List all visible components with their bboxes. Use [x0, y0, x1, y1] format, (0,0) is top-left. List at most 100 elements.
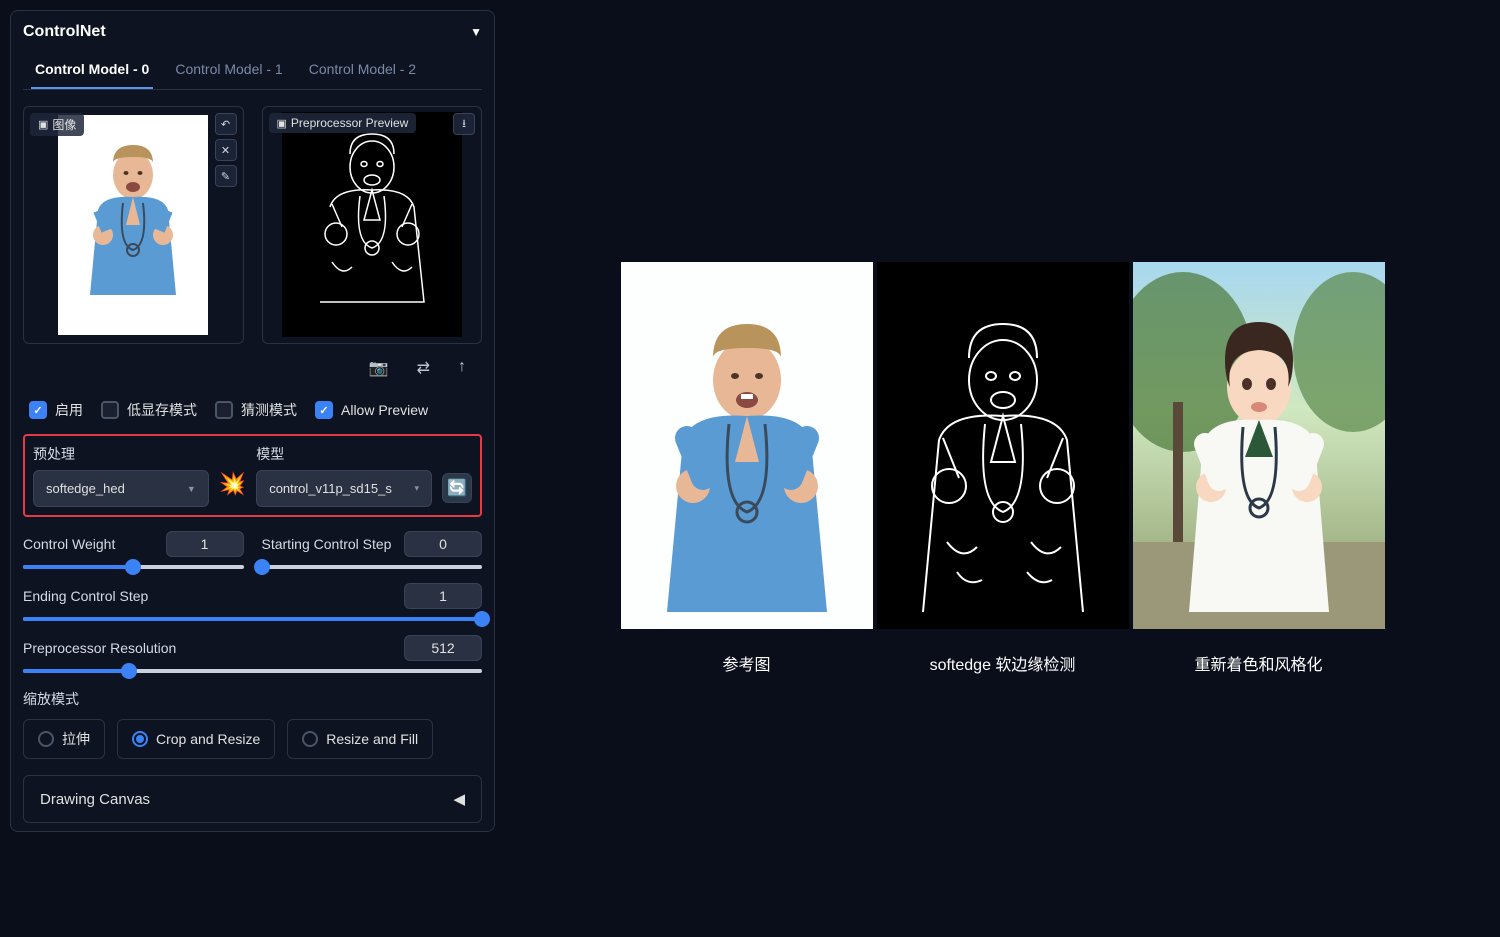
control-weight-group: Control Weight 1 [23, 531, 244, 569]
start-step-value[interactable]: 0 [404, 531, 482, 557]
close-button[interactable]: ✕ [215, 139, 237, 161]
end-step-label: Ending Control Step [23, 588, 148, 604]
scale-option-label: 拉伸 [62, 729, 90, 749]
preprocessor-label: 预处理 [33, 444, 209, 464]
image-row: ▣ 图像 ↶ ✕ ✎ [23, 106, 482, 344]
tabs: Control Model - 0 Control Model - 1 Cont… [23, 51, 482, 90]
reference-photo [621, 262, 873, 629]
slider-header: Control Weight 1 [23, 531, 244, 557]
guess-checkbox[interactable]: 猜测模式 [215, 400, 297, 420]
nurse-photo [58, 115, 208, 335]
slider-header: Starting Control Step 0 [262, 531, 483, 557]
edit-button[interactable]: ✎ [215, 165, 237, 187]
model-dropdown[interactable]: control_v11p_sd15_s ▾ [256, 470, 432, 507]
preview-image [269, 113, 476, 337]
result-card-edge: softedge 软边缘检测 [877, 262, 1129, 675]
swap-icon[interactable]: ⇄ [417, 358, 430, 378]
image-icon: ▣ [277, 117, 287, 130]
result-image-reference [621, 262, 873, 629]
result-label-edge: softedge 软边缘检测 [877, 629, 1129, 675]
refresh-button[interactable]: 🔄 [442, 473, 472, 503]
result-label-styled: 重新着色和风格化 [1133, 629, 1385, 675]
tab-model-2[interactable]: Control Model - 2 [305, 51, 420, 89]
scale-crop-radio[interactable]: Crop and Resize [117, 719, 275, 759]
image-icon: ▣ [38, 118, 48, 131]
end-step-group: Ending Control Step 1 [23, 583, 482, 621]
start-step-slider[interactable] [262, 565, 483, 569]
preprocessor-dropdown[interactable]: softedge_hed ▼ [33, 470, 209, 507]
control-weight-slider[interactable] [23, 565, 244, 569]
preview-header: ▣ Preprocessor Preview [269, 113, 417, 133]
enable-label: 启用 [55, 400, 83, 420]
model-value: control_v11p_sd15_s [269, 481, 392, 496]
stylized-image [1133, 262, 1385, 629]
radio-icon [38, 731, 54, 747]
explode-icon[interactable]: 💥 [219, 471, 246, 507]
sliders-section: Control Weight 1 Starting Control Step 0 [23, 531, 482, 673]
allow-preview-checkbox[interactable]: Allow Preview [315, 401, 428, 419]
slider-thumb[interactable] [254, 559, 270, 575]
end-step-value[interactable]: 1 [404, 583, 482, 609]
result-card-styled: 重新着色和风格化 [1133, 262, 1385, 675]
scale-stretch-radio[interactable]: 拉伸 [23, 719, 105, 759]
chevron-down-icon: ▼ [187, 484, 196, 494]
scale-option-label: Crop and Resize [156, 731, 260, 747]
resolution-slider[interactable] [23, 669, 482, 673]
input-image-card[interactable]: ▣ 图像 ↶ ✕ ✎ [23, 106, 244, 344]
checkbox-icon [215, 401, 233, 419]
input-image [30, 113, 237, 337]
camera-icon[interactable]: 📷 [369, 358, 389, 378]
drawing-canvas-toggle[interactable]: Drawing Canvas ◀ [23, 775, 482, 823]
model-column: 模型 control_v11p_sd15_s ▾ [256, 444, 432, 507]
slider-fill [23, 669, 129, 673]
edge-preview [282, 112, 462, 337]
collapse-icon[interactable]: ▼ [470, 25, 482, 39]
slider-header: Ending Control Step 1 [23, 583, 482, 609]
result-card-reference: 参考图 [621, 262, 873, 675]
slider-thumb[interactable] [121, 663, 137, 679]
left-panel: ControlNet ▼ Control Model - 0 Control M… [0, 0, 505, 937]
right-panel: 参考图 [505, 0, 1500, 937]
slider-header: Preprocessor Resolution 512 [23, 635, 482, 661]
preprocessor-value: softedge_hed [46, 481, 125, 496]
result-image-styled [1133, 262, 1385, 629]
start-step-group: Starting Control Step 0 [262, 531, 483, 569]
slider-thumb[interactable] [474, 611, 490, 627]
preview-image-card[interactable]: ▣ Preprocessor Preview ⭳ [262, 106, 483, 344]
input-card-buttons: ↶ ✕ ✎ [215, 113, 237, 187]
slider-row-1: Control Weight 1 Starting Control Step 0 [23, 531, 482, 569]
start-step-label: Starting Control Step [262, 536, 392, 552]
lowvram-label: 低显存模式 [127, 400, 197, 420]
checkbox-row: 启用 低显存模式 猜测模式 Allow Preview [23, 386, 482, 434]
lowvram-checkbox[interactable]: 低显存模式 [101, 400, 197, 420]
scale-mode-radios: 拉伸 Crop and Resize Resize and Fill [23, 719, 482, 759]
chevron-down-icon: ▾ [414, 483, 419, 494]
checkbox-icon [101, 401, 119, 419]
checkbox-icon [29, 401, 47, 419]
allow-preview-label: Allow Preview [341, 402, 428, 418]
slider-fill [23, 617, 482, 621]
model-label: 模型 [256, 444, 432, 464]
slider-thumb[interactable] [125, 559, 141, 575]
control-weight-label: Control Weight [23, 536, 115, 552]
radio-icon [302, 731, 318, 747]
scale-fill-radio[interactable]: Resize and Fill [287, 719, 433, 759]
download-button[interactable]: ⭳ [453, 113, 475, 135]
expand-icon: ◀ [453, 790, 465, 808]
guess-label: 猜测模式 [241, 400, 297, 420]
enable-checkbox[interactable]: 启用 [29, 400, 83, 420]
preview-label: Preprocessor Preview [291, 116, 408, 130]
upload-icon[interactable]: ↑ [458, 358, 466, 378]
resolution-value[interactable]: 512 [404, 635, 482, 661]
undo-button[interactable]: ↶ [215, 113, 237, 135]
control-weight-value[interactable]: 1 [166, 531, 244, 557]
tab-model-0[interactable]: Control Model - 0 [31, 51, 153, 89]
controlnet-panel: ControlNet ▼ Control Model - 0 Control M… [10, 10, 495, 832]
scale-option-label: Resize and Fill [326, 731, 418, 747]
end-step-slider[interactable] [23, 617, 482, 621]
tab-model-1[interactable]: Control Model - 1 [171, 51, 286, 89]
result-row: 参考图 [621, 262, 1385, 675]
checkbox-icon [315, 401, 333, 419]
panel-header[interactable]: ControlNet ▼ [23, 19, 482, 51]
preprocessor-model-box: 预处理 softedge_hed ▼ 💥 模型 control_v11p_sd1… [23, 434, 482, 517]
